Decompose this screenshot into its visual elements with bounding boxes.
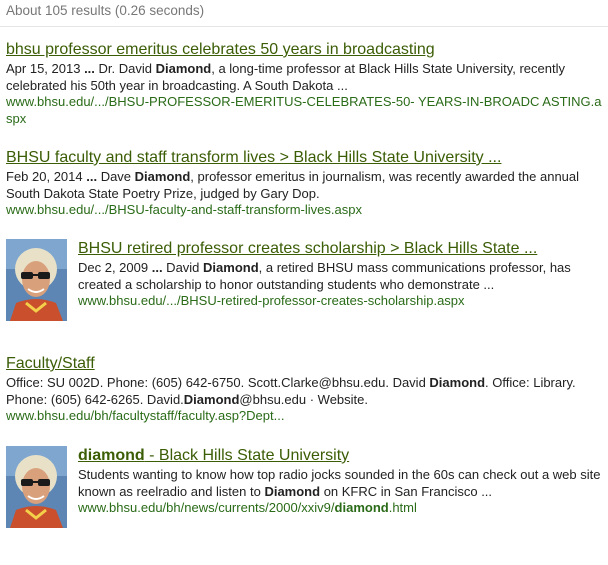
result-url[interactable]: www.bhsu.edu/.../BHSU-faculty-and-staff-… [6, 202, 602, 219]
result-snippet: Apr 15, 2013 ... Dr. David Diamond, a lo… [6, 61, 565, 93]
result-stats: About 105 results (0.26 seconds) [6, 3, 205, 18]
result-url[interactable]: www.bhsu.edu/bh/facultystaff/faculty.asp… [6, 408, 602, 425]
result-snippet: Dec 2, 2009 ... David Diamond, a retired… [78, 260, 571, 292]
result-content: BHSU retired professor creates scholarsh… [78, 239, 608, 310]
result-url[interactable]: www.bhsu.edu/bh/news/currents/2000/xxiv9… [78, 500, 608, 517]
result-title-link[interactable]: bhsu professor emeritus celebrates 50 ye… [6, 40, 602, 60]
result-url[interactable]: www.bhsu.edu/.../BHSU-retired-professor-… [78, 293, 608, 310]
result-title-link[interactable]: BHSU retired professor creates scholarsh… [78, 239, 608, 259]
search-result: Faculty/Staff Office: SU 002D. Phone: (6… [6, 354, 602, 425]
result-snippet: Feb 20, 2014 ... Dave Diamond, professor… [6, 169, 580, 201]
portrait-icon [6, 239, 67, 321]
result-content: bhsu professor emeritus celebrates 50 ye… [6, 40, 602, 127]
portrait-icon [6, 446, 67, 528]
result-url[interactable]: www.bhsu.edu/.../BHSU-PROFESSOR-EMERITUS… [6, 94, 602, 127]
result-content: BHSU faculty and staff transform lives >… [6, 148, 602, 219]
portrait-thumbnail[interactable] [6, 239, 67, 321]
result-title-link[interactable]: diamond - Black Hills State University [78, 446, 608, 466]
result-stats-bar: About 105 results (0.26 seconds) [0, 0, 608, 27]
search-result: BHSU faculty and staff transform lives >… [6, 148, 602, 219]
result-content: Faculty/Staff Office: SU 002D. Phone: (6… [6, 354, 602, 425]
portrait-thumbnail[interactable] [6, 446, 67, 528]
result-title-link[interactable]: BHSU faculty and staff transform lives >… [6, 148, 602, 168]
search-result: bhsu professor emeritus celebrates 50 ye… [6, 40, 602, 127]
result-content: diamond - Black Hills State University S… [78, 446, 608, 517]
result-title-link[interactable]: Faculty/Staff [6, 354, 602, 374]
result-snippet: Students wanting to know how top radio j… [78, 467, 601, 499]
result-snippet: Office: SU 002D. Phone: (605) 642-6750. … [6, 375, 576, 407]
